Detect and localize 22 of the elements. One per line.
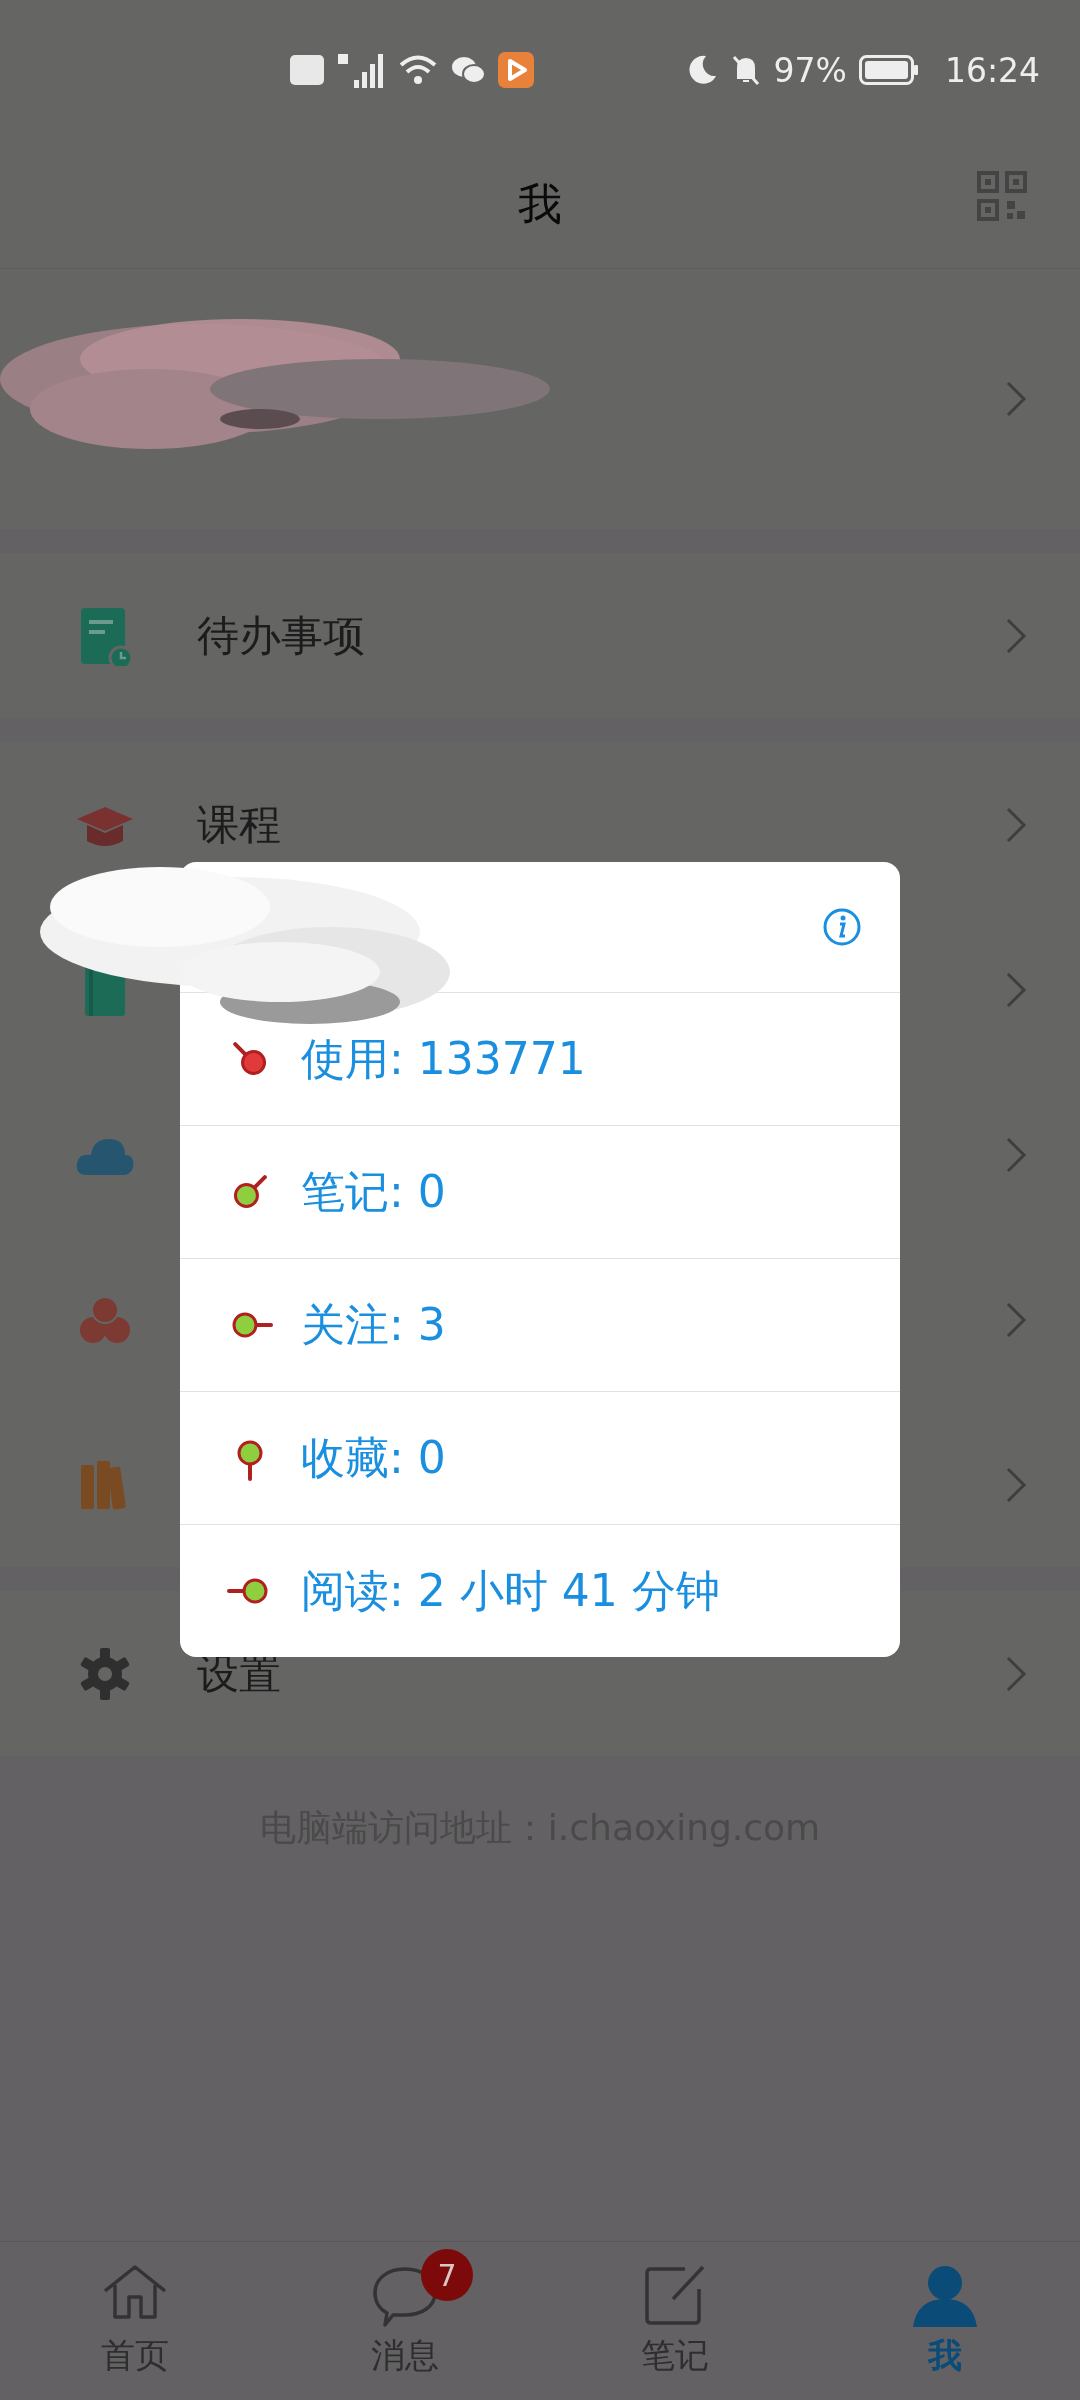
battery-percent: 97% [773, 50, 847, 90]
play-app-icon [498, 52, 534, 88]
battery-icon [858, 55, 919, 85]
info-icon[interactable] [822, 907, 862, 947]
stat-text: 笔记: 0 [301, 1164, 446, 1219]
stat-text: 使用: 133771 [301, 1031, 586, 1086]
menu-label: 课程 [197, 798, 282, 851]
stat-text: 收藏: 0 [301, 1430, 446, 1485]
page-title: 我 [518, 176, 562, 231]
clock-time: 16:24 [944, 50, 1040, 90]
menu-item[interactable]: 待办事项 [0, 553, 1080, 718]
signal-icon [336, 52, 386, 88]
menu-item[interactable]: 课程 [0, 742, 1080, 907]
profile-card[interactable] [0, 269, 1080, 529]
stat-text: 关注: 3 [301, 1297, 446, 1352]
wifi-icon [398, 53, 438, 87]
person-icon [911, 2263, 979, 2329]
qr-code-icon[interactable] [976, 170, 1028, 222]
chevron-right-icon [1004, 379, 1028, 419]
badge: 7 [421, 2249, 473, 2301]
menu-label: 待办事项 [197, 609, 366, 662]
tab[interactable]: 我 [810, 2242, 1080, 2400]
